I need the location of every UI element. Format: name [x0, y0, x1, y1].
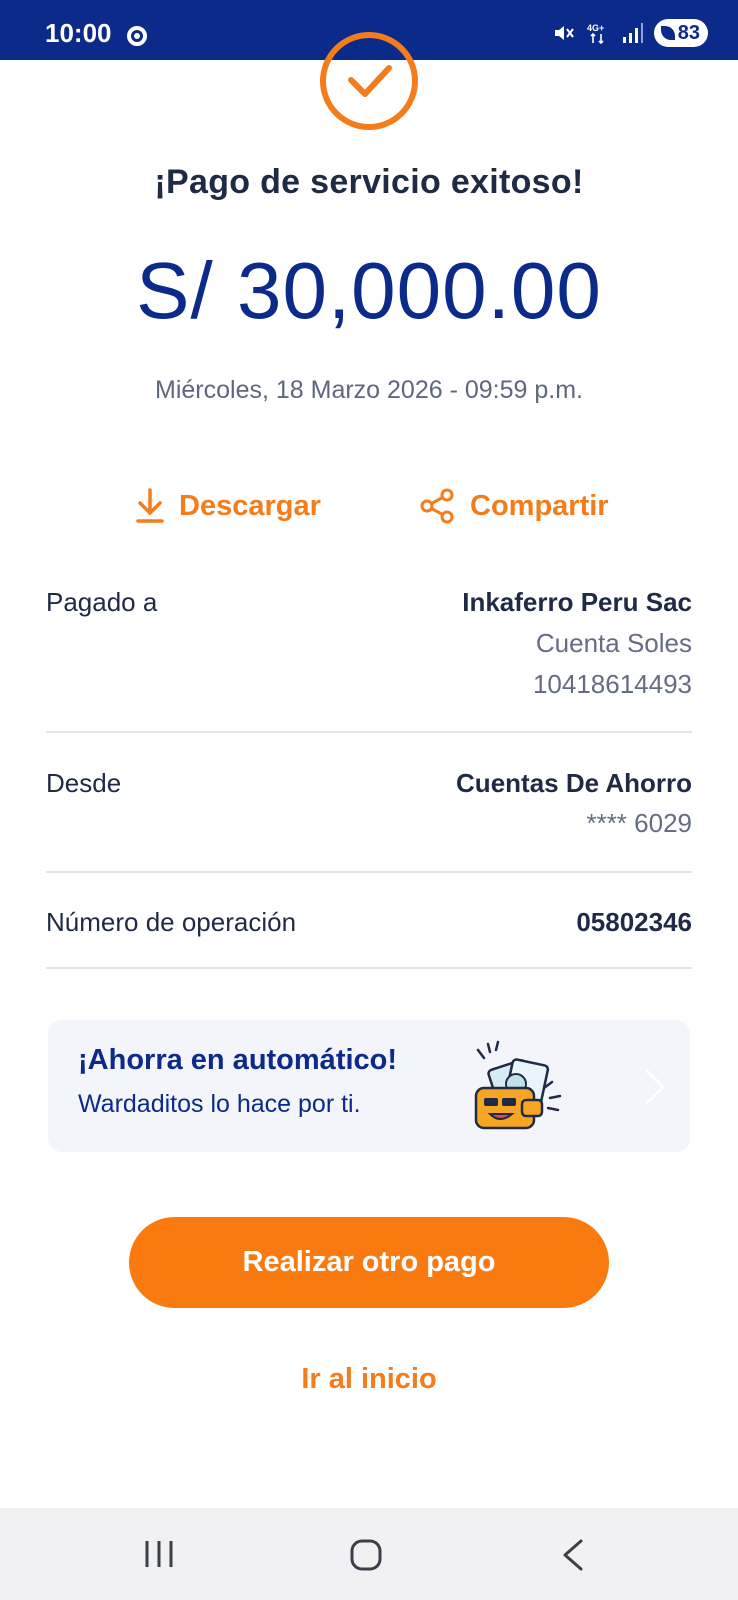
success-check-icon	[320, 32, 418, 130]
signal-icon	[623, 23, 643, 43]
divider	[46, 731, 692, 733]
paid-to-label: Pagado a	[46, 587, 158, 617]
chevron-right-icon	[645, 1069, 665, 1105]
payment-amount: S/ 30,000.00	[136, 246, 602, 335]
svg-text:4G+: 4G+	[587, 23, 604, 33]
paid-to-name: Inkaferro Peru Sac	[462, 587, 692, 617]
success-title: ¡Pago de servicio exitoso!	[154, 163, 584, 201]
network-4g-icon: 4G+	[587, 23, 604, 45]
home-icon[interactable]	[349, 1538, 383, 1572]
status-time: 10:00	[45, 18, 112, 48]
download-button[interactable]: Descargar	[135, 488, 321, 524]
payment-datetime: Miércoles, 18 Marzo 2026 - 09:59 p.m.	[155, 376, 583, 404]
divider	[46, 967, 692, 969]
promo-subtitle: Wardaditos lo hace por ti.	[78, 1090, 361, 1118]
wallet-money-illustration-icon	[474, 1040, 562, 1130]
status-icons: 4G+ 83	[552, 19, 708, 47]
operation-label: Número de operación	[46, 907, 297, 937]
system-navigation-bar	[0, 1508, 738, 1600]
mute-icon	[555, 26, 574, 40]
share-label: Compartir	[470, 489, 609, 522]
make-another-payment-button[interactable]: Realizar otro pago	[129, 1217, 609, 1308]
battery-icon: 83	[654, 19, 708, 47]
promo-title: ¡Ahorra en automático!	[78, 1044, 398, 1076]
divider	[46, 871, 692, 873]
chrome-icon	[127, 26, 147, 46]
go-home-link[interactable]: Ir al inicio	[0, 1363, 738, 1396]
paid-to-account-type: Cuenta Soles	[535, 628, 692, 658]
paid-to-account-number: 10418614493	[532, 669, 692, 699]
from-account-name: Cuentas De Ahorro	[456, 768, 692, 798]
battery-saver-leaf-icon	[660, 26, 675, 40]
from-label: Desde	[46, 768, 122, 798]
from-account-masked: **** 6029	[586, 808, 692, 838]
share-button[interactable]: Compartir	[420, 488, 609, 524]
recent-apps-icon[interactable]	[143, 1538, 175, 1570]
operation-number: 05802346	[576, 907, 692, 937]
promo-card-wardaditos[interactable]: ¡Ahorra en automático! Wardaditos lo hac…	[48, 1020, 690, 1152]
download-label: Descargar	[179, 489, 321, 522]
download-icon	[136, 488, 164, 523]
back-icon[interactable]	[560, 1538, 586, 1572]
battery-level: 83	[677, 21, 700, 44]
share-icon	[420, 488, 454, 524]
